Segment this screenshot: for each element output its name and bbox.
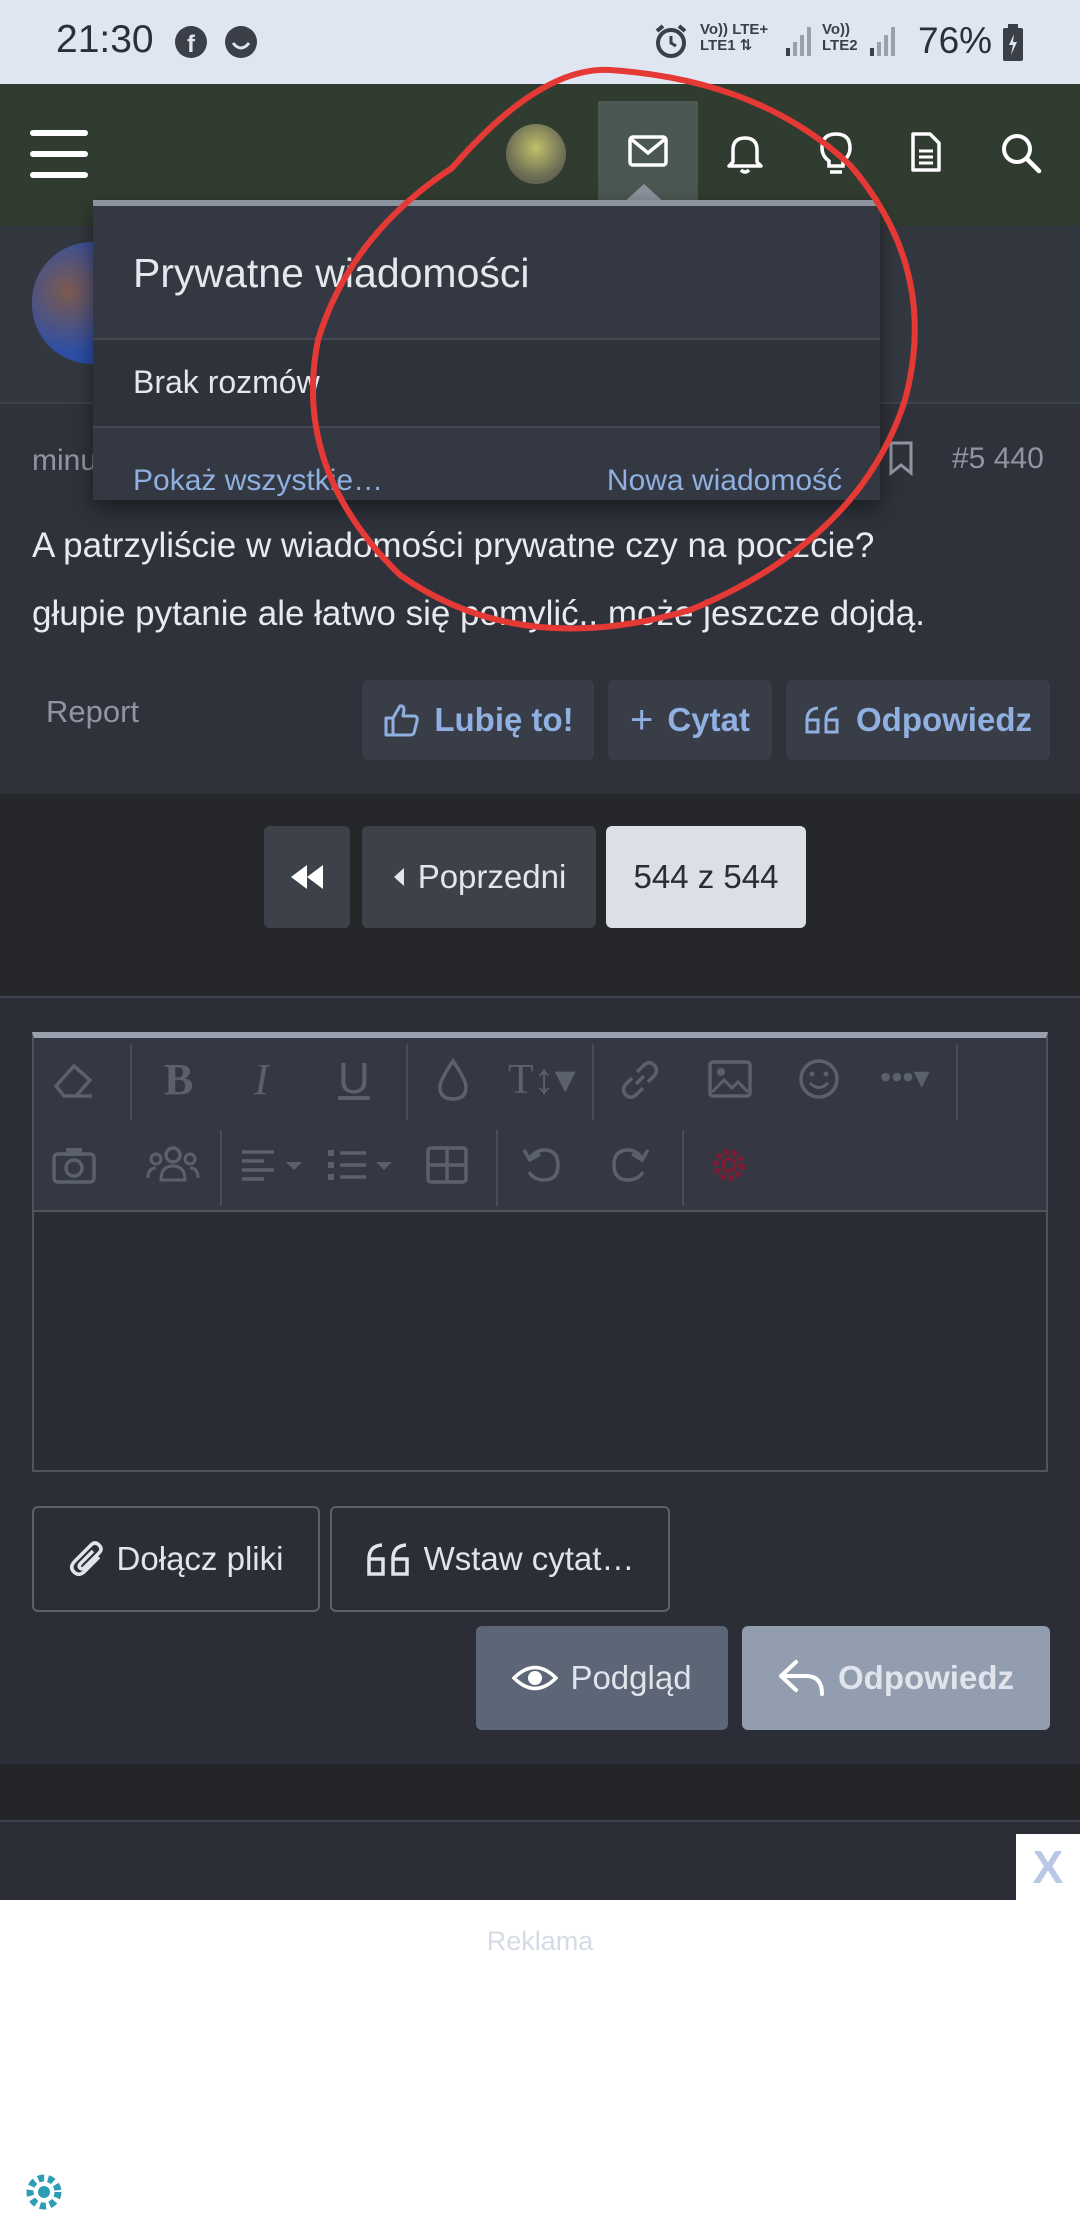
preview-label: Podgląd [570,1659,692,1696]
previous-label: Poprzedni [417,858,567,895]
status-time: 21:30 [56,18,154,61]
post-date: minu [32,444,98,477]
sim2-label: LTE2 [822,37,858,54]
caret-left-icon [393,868,404,886]
ad-banner: Reklama [0,1900,1080,2214]
submit-reply-label: Odpowiedz [838,1659,1014,1696]
battery-level: 76% [918,20,993,61]
underline-icon[interactable]: U [338,1054,370,1104]
quote-marks-icon [805,706,839,734]
search-icon[interactable] [1000,132,1042,174]
insert-quote-button[interactable]: Wstaw cytat… [330,1506,670,1612]
battery-icon [1002,24,1024,62]
align-icon[interactable] [240,1148,306,1182]
submit-reply-button[interactable]: Odpowiedz [742,1626,1050,1730]
reply-post-label: Odpowiedz [856,701,1032,738]
facebook-icon: f [174,25,208,59]
post-number[interactable]: #5 440 [952,442,1044,476]
italic-icon[interactable]: I [254,1054,269,1105]
document-icon[interactable] [910,131,942,173]
menu-title: Prywatne wiadomości [133,250,530,296]
preview-button[interactable]: Podgląd [476,1626,728,1730]
svg-text:f: f [187,31,196,58]
image-icon[interactable] [708,1060,752,1098]
color-drop-icon[interactable] [438,1058,468,1102]
bold-icon[interactable]: B [164,1054,193,1105]
ad-settings-gear-icon[interactable] [22,2170,66,2214]
reply-editor[interactable]: B I U T↕▾ •••▾ [32,1032,1048,1472]
show-all-link[interactable]: Pokaż wszystkie… [133,464,383,498]
reply-arrow-icon [779,1660,824,1696]
alarm-icon [652,22,690,60]
hamburger-menu-icon[interactable] [30,130,88,178]
bookmark-icon[interactable] [888,440,914,476]
previous-page-button[interactable]: Poprzedni [362,826,596,928]
link-icon[interactable] [618,1058,662,1102]
quote-label: Cytat [667,701,750,738]
current-page-indicator[interactable]: 544 z 544 [606,826,806,928]
private-messages-menu: Prywatne wiadomości Brak rozmów Pokaż ws… [93,200,880,500]
settings-gear-icon[interactable] [708,1144,750,1186]
list-icon[interactable] [326,1148,396,1182]
post-body: A patrzyliście w wiadomości prywatne czy… [32,512,1062,648]
redo-icon[interactable] [608,1144,652,1186]
conversation-list: Brak rozmów [93,338,880,428]
like-label: Lubię to! [434,701,574,738]
no-conversations-text: Brak rozmów [133,364,320,400]
thumbs-up-icon [384,704,420,737]
paperclip-icon [69,1541,103,1576]
double-left-arrow-icon [291,865,323,889]
sim1-label: LTE1 [700,37,736,54]
current-page-label: 544 z 544 [633,858,779,895]
ad-close-button[interactable]: X [1016,1834,1080,1900]
table-icon[interactable] [426,1146,468,1184]
new-message-link[interactable]: Nowa wiadomość [607,464,842,498]
font-size-icon[interactable]: T↕▾ [508,1054,576,1104]
volte-label: Vo)) [700,21,729,38]
footer-band [0,1764,1080,1820]
quote-marks-icon-2 [366,1543,409,1576]
post-body-line-1: A patrzyliście w wiadomości prywatne czy… [32,526,875,565]
plus-icon: + [630,697,654,742]
mail-icon [628,135,668,167]
lte-plus-label: LTE+ [732,21,769,38]
signal-icon-1 [784,24,814,58]
camera-icon[interactable] [52,1146,96,1184]
insert-quote-label: Wstaw cytat… [423,1540,635,1577]
lightbulb-icon[interactable] [818,130,854,176]
post-body-line-2: głupie pytanie ale łatwo się pomylić.. m… [32,594,925,633]
signal-icon-2 [868,24,898,58]
attach-label: Dołącz pliki [116,1540,284,1577]
quote-button[interactable]: + Cytat [608,680,772,760]
attach-files-button[interactable]: Dołącz pliki [32,1506,320,1612]
first-page-button[interactable] [264,826,350,928]
status-bar: 21:30 f Vo)) LTE+ LTE1 ⇅ Vo)) LTE2 76% [0,0,1080,84]
ad-label: Reklama [486,1926,594,1956]
report-link[interactable]: Report [46,694,139,730]
emoji-icon[interactable] [798,1058,840,1100]
footer-divider [0,1820,1080,1822]
avatar[interactable] [506,124,566,184]
users-group-icon[interactable] [146,1144,200,1184]
editor-toolbar: B I U T↕▾ •••▾ [34,1038,1046,1212]
undo-icon[interactable] [520,1144,564,1186]
bell-icon[interactable] [725,132,765,174]
smiley-app-icon [224,25,258,59]
more-options-icon[interactable]: •••▾ [880,1058,930,1096]
volte-label-2: Vo)) [822,21,851,38]
eraser-icon[interactable] [52,1060,96,1100]
like-button[interactable]: Lubię to! [362,680,594,760]
reply-post-button[interactable]: Odpowiedz [786,680,1050,760]
eye-icon [512,1665,559,1691]
